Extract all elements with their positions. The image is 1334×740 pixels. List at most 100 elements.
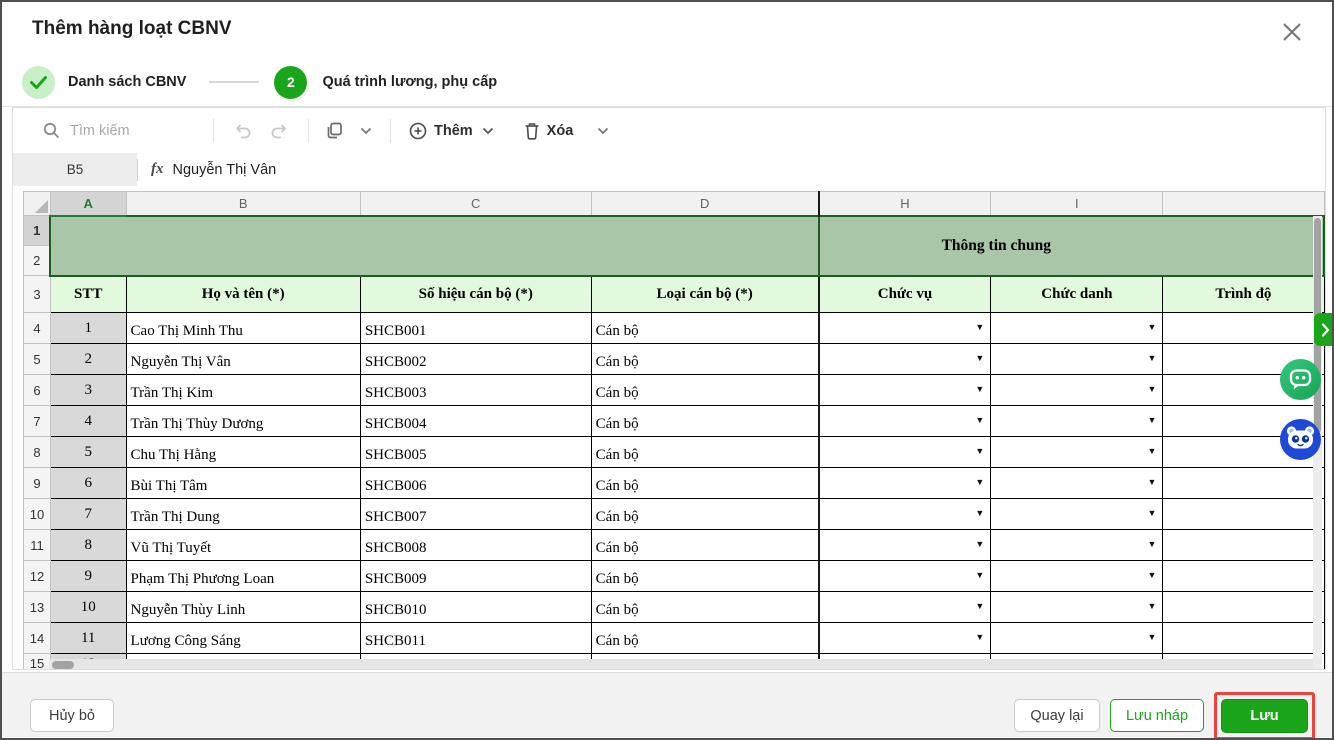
cell-chuc-vu[interactable]: ▼: [819, 530, 991, 561]
search-box[interactable]: [43, 122, 203, 139]
dropdown-arrow-icon[interactable]: ▼: [975, 539, 984, 549]
cell-name[interactable]: Vũ Thị Tuyết: [126, 530, 360, 561]
undo-icon[interactable]: [224, 122, 261, 139]
cell-chuc-danh[interactable]: ▼: [991, 468, 1163, 499]
row-number[interactable]: 11: [24, 530, 51, 561]
row-number[interactable]: 13: [24, 592, 51, 623]
expand-panel-tab[interactable]: [1314, 313, 1334, 346]
cell-name[interactable]: Bùi Thị Tâm: [126, 468, 360, 499]
column-header-i[interactable]: I: [991, 192, 1163, 216]
dropdown-arrow-icon[interactable]: ▼: [975, 446, 984, 456]
cell-stt[interactable]: 4: [50, 406, 126, 437]
dropdown-arrow-icon[interactable]: ▼: [975, 477, 984, 487]
column-header-c[interactable]: C: [360, 192, 591, 216]
dropdown-arrow-icon[interactable]: ▼: [1148, 415, 1157, 425]
column-header-h[interactable]: H: [819, 192, 991, 216]
assistant-panda-icon[interactable]: [1280, 419, 1321, 460]
cell-code[interactable]: SHCB011: [360, 623, 591, 654]
row-number-2[interactable]: 2: [24, 246, 51, 276]
row-number-3[interactable]: 3: [24, 276, 51, 313]
horizontal-scrollbar-thumb[interactable]: [52, 661, 74, 669]
cell-type[interactable]: Cán bộ: [591, 437, 818, 468]
cell-code[interactable]: SHCB007: [360, 499, 591, 530]
cell-chuc-vu[interactable]: ▼: [819, 623, 991, 654]
dropdown-arrow-icon[interactable]: ▼: [975, 384, 984, 394]
cell-type[interactable]: Cán bộ: [591, 561, 818, 592]
delete-button[interactable]: Xóa: [516, 118, 582, 144]
header-stt[interactable]: STT: [50, 276, 126, 313]
cell-chuc-vu[interactable]: ▼: [819, 344, 991, 375]
cell-chuc-danh[interactable]: ▼: [991, 313, 1163, 344]
cell-chuc-vu[interactable]: ▼: [819, 592, 991, 623]
row-number[interactable]: 14: [24, 623, 51, 654]
dropdown-arrow-icon[interactable]: ▼: [1148, 353, 1157, 363]
cell-type[interactable]: Cán bộ: [591, 592, 818, 623]
close-icon[interactable]: [1278, 18, 1306, 46]
cell-chuc-vu[interactable]: ▼: [819, 499, 991, 530]
header-trinh-do[interactable]: Trình độ: [1163, 276, 1324, 313]
dropdown-arrow-icon[interactable]: ▼: [1148, 322, 1157, 332]
header-chuc-danh[interactable]: Chức danh: [991, 276, 1163, 313]
column-header-d[interactable]: D: [591, 192, 818, 216]
cell-stt[interactable]: 11: [50, 623, 126, 654]
step1-label[interactable]: Danh sách CBNV: [68, 74, 186, 90]
cell-stt[interactable]: 10: [50, 592, 126, 623]
merged-band-thong-tin-chung[interactable]: Thông tin chung: [819, 216, 1324, 276]
cell-name[interactable]: Trần Thị Dung: [126, 499, 360, 530]
cell-code[interactable]: SHCB010: [360, 592, 591, 623]
header-loai-can-bo[interactable]: Loại cán bộ (*): [591, 276, 818, 313]
cell-stt[interactable]: 7: [50, 499, 126, 530]
cell-type[interactable]: Cán bộ: [591, 623, 818, 654]
row-number[interactable]: 12: [24, 561, 51, 592]
cell-chuc-danh[interactable]: ▼: [991, 375, 1163, 406]
cell-chuc-danh[interactable]: ▼: [991, 592, 1163, 623]
cell-code[interactable]: SHCB004: [360, 406, 591, 437]
cell-partial[interactable]: [1163, 313, 1324, 344]
cell-type[interactable]: Cán bộ: [591, 406, 818, 437]
horizontal-scrollbar[interactable]: [49, 659, 1313, 670]
formula-bar-value[interactable]: Nguyễn Thị Vân: [173, 162, 277, 178]
add-button[interactable]: Thêm: [401, 118, 502, 144]
cell-chuc-danh[interactable]: ▼: [991, 406, 1163, 437]
dropdown-arrow-icon[interactable]: ▼: [975, 601, 984, 611]
dropdown-arrow-icon[interactable]: ▼: [975, 570, 984, 580]
cell-chuc-vu[interactable]: ▼: [819, 375, 991, 406]
row-number[interactable]: 5: [24, 344, 51, 375]
merged-band-left[interactable]: [50, 216, 818, 276]
copy-chevron-down-icon[interactable]: [352, 127, 380, 135]
back-button[interactable]: Quay lại: [1014, 699, 1100, 732]
row-number[interactable]: 9: [24, 468, 51, 499]
cell-type[interactable]: Cán bộ: [591, 344, 818, 375]
cancel-button[interactable]: Hủy bỏ: [30, 699, 114, 732]
cell-stt[interactable]: 9: [50, 561, 126, 592]
row-number[interactable]: 4: [24, 313, 51, 344]
cell-chuc-vu[interactable]: ▼: [819, 313, 991, 344]
cell-stt[interactable]: 6: [50, 468, 126, 499]
cell-name[interactable]: Nguyễn Thùy Linh: [126, 592, 360, 623]
cell-chuc-danh[interactable]: ▼: [991, 623, 1163, 654]
cell-partial[interactable]: [1163, 530, 1324, 561]
cell-type[interactable]: Cán bộ: [591, 530, 818, 561]
row-number-1[interactable]: 1: [24, 216, 51, 246]
step2-label[interactable]: Quá trình lương, phụ cấp: [322, 74, 497, 90]
column-header-a[interactable]: A: [50, 192, 126, 216]
dropdown-arrow-icon[interactable]: ▼: [1148, 570, 1157, 580]
cell-name[interactable]: Phạm Thị Phương Loan: [126, 561, 360, 592]
cell-chuc-danh[interactable]: ▼: [991, 561, 1163, 592]
header-so-hieu-can-bo[interactable]: Số hiệu cán bộ (*): [360, 276, 591, 313]
dropdown-arrow-icon[interactable]: ▼: [1148, 477, 1157, 487]
cell-chuc-danh[interactable]: ▼: [991, 344, 1163, 375]
cell-chuc-danh[interactable]: ▼: [991, 437, 1163, 468]
row-number[interactable]: 6: [24, 375, 51, 406]
column-header-partial[interactable]: [1163, 192, 1324, 216]
row-number[interactable]: 8: [24, 437, 51, 468]
select-all-corner[interactable]: [24, 192, 51, 216]
dropdown-arrow-icon[interactable]: ▼: [1148, 508, 1157, 518]
dropdown-arrow-icon[interactable]: ▼: [1148, 539, 1157, 549]
dropdown-arrow-icon[interactable]: ▼: [975, 353, 984, 363]
cell-chuc-vu[interactable]: ▼: [819, 406, 991, 437]
cell-name[interactable]: Chu Thị Hằng: [126, 437, 360, 468]
row-number[interactable]: 7: [24, 406, 51, 437]
step2-circle[interactable]: 2: [274, 66, 307, 99]
row-number[interactable]: 10: [24, 499, 51, 530]
